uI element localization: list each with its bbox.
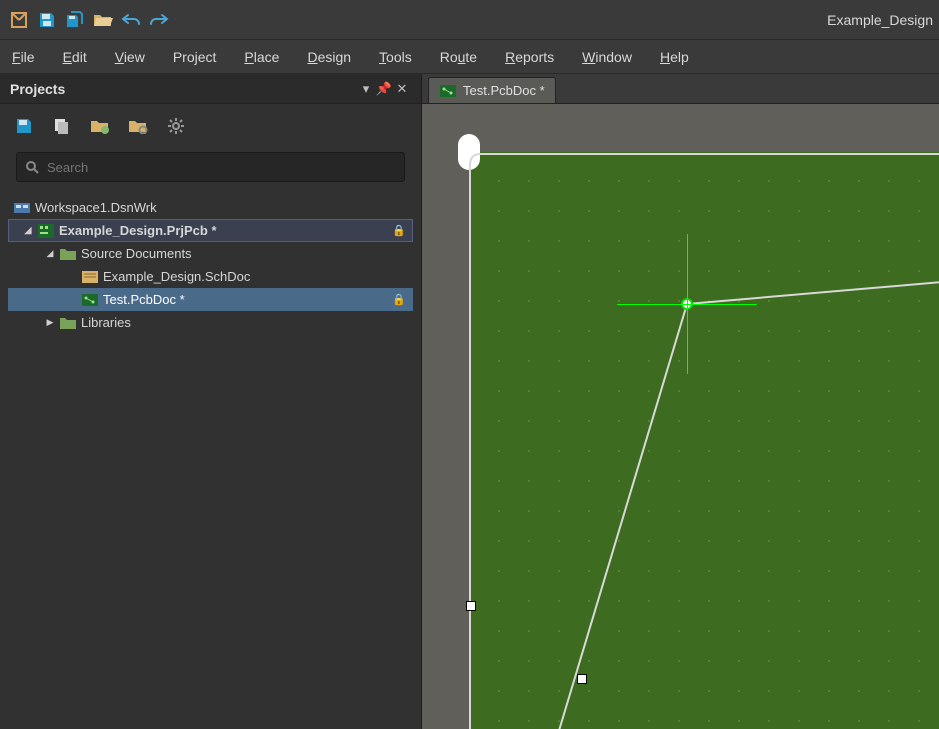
search-field[interactable] bbox=[47, 160, 396, 175]
menu-route[interactable]: Route bbox=[436, 45, 481, 69]
folder-icon bbox=[59, 315, 77, 331]
tree-project[interactable]: ◢ Example_Design.PrjPcb * 🔒 bbox=[8, 219, 413, 242]
tree-pcbdoc[interactable]: Test.PcbDoc * 🔒 bbox=[8, 288, 413, 311]
menu-reports[interactable]: Reports bbox=[501, 45, 558, 69]
tabstrip: Test.PcbDoc * bbox=[422, 74, 939, 104]
titlebar: Example_Design bbox=[0, 0, 939, 40]
search-icon bbox=[25, 160, 39, 174]
tree-label: Workspace1.DsnWrk bbox=[35, 200, 157, 215]
panel-toolbar bbox=[0, 104, 421, 148]
board-corner bbox=[458, 134, 480, 170]
vertex-handle[interactable] bbox=[577, 674, 587, 684]
menu-view[interactable]: View bbox=[111, 45, 149, 69]
tab-pcbdoc[interactable]: Test.PcbDoc * bbox=[428, 77, 556, 103]
tree-label: Test.PcbDoc * bbox=[103, 292, 185, 307]
undo-icon[interactable] bbox=[118, 7, 144, 33]
schematic-icon bbox=[81, 269, 99, 285]
tree-schdoc[interactable]: Example_Design.SchDoc bbox=[8, 265, 413, 288]
pcb-icon bbox=[81, 292, 99, 308]
projects-panel: Projects ▾ 📌 ✕ bbox=[0, 74, 422, 729]
open-folder-icon[interactable] bbox=[90, 7, 116, 33]
menu-place[interactable]: Place bbox=[240, 45, 283, 69]
compile-icon[interactable] bbox=[48, 112, 76, 140]
expander-icon[interactable]: ▶ bbox=[45, 317, 55, 328]
logo-icon bbox=[6, 7, 32, 33]
expander-icon[interactable]: ◢ bbox=[45, 248, 55, 259]
tab-label: Test.PcbDoc * bbox=[463, 83, 545, 98]
menubar: File Edit View Project Place Design Tool… bbox=[0, 40, 939, 74]
search-input[interactable] bbox=[16, 152, 405, 182]
folder-icon bbox=[59, 246, 77, 262]
expander-icon[interactable]: ◢ bbox=[23, 225, 33, 236]
panel-header: Projects ▾ 📌 ✕ bbox=[0, 74, 421, 104]
menu-window[interactable]: Window bbox=[578, 45, 636, 69]
window-title: Example_Design bbox=[827, 12, 933, 28]
menu-design[interactable]: Design bbox=[303, 45, 355, 69]
menu-edit[interactable]: Edit bbox=[59, 45, 91, 69]
menu-file[interactable]: File bbox=[8, 45, 39, 69]
lock-icon: 🔒 bbox=[392, 224, 406, 237]
tree-label: Example_Design.PrjPcb * bbox=[59, 223, 217, 238]
folder-settings-icon[interactable] bbox=[124, 112, 152, 140]
tree-workspace[interactable]: Workspace1.DsnWrk bbox=[8, 196, 413, 219]
menu-tools[interactable]: Tools bbox=[375, 45, 416, 69]
menu-help[interactable]: Help bbox=[656, 45, 693, 69]
board-canvas[interactable] bbox=[422, 104, 939, 729]
panel-title: Projects bbox=[10, 81, 357, 97]
tree-label: Libraries bbox=[81, 315, 131, 330]
menu-project[interactable]: Project bbox=[169, 45, 221, 69]
gear-icon[interactable] bbox=[162, 112, 190, 140]
save-icon[interactable] bbox=[34, 7, 60, 33]
pcb-icon bbox=[439, 83, 457, 99]
folder-action-icon[interactable] bbox=[86, 112, 114, 140]
save-all-icon[interactable] bbox=[62, 7, 88, 33]
panel-close-icon[interactable]: ✕ bbox=[393, 81, 411, 97]
workspace-icon bbox=[13, 200, 31, 216]
project-tree: Workspace1.DsnWrk ◢ Example_Design.PrjPc… bbox=[0, 192, 421, 338]
redo-icon[interactable] bbox=[146, 7, 172, 33]
save-project-icon[interactable] bbox=[10, 112, 38, 140]
tree-source-documents[interactable]: ◢ Source Documents bbox=[8, 242, 413, 265]
panel-pin-icon[interactable]: 📌 bbox=[375, 81, 393, 97]
project-icon bbox=[37, 223, 55, 239]
tree-label: Example_Design.SchDoc bbox=[103, 269, 250, 284]
editor-area: Test.PcbDoc * bbox=[422, 74, 939, 729]
tree-libraries[interactable]: ▶ Libraries bbox=[8, 311, 413, 334]
lock-icon: 🔒 bbox=[392, 293, 406, 306]
tree-label: Source Documents bbox=[81, 246, 192, 261]
vertex-handle[interactable] bbox=[466, 601, 476, 611]
panel-dropdown-icon[interactable]: ▾ bbox=[357, 81, 375, 97]
